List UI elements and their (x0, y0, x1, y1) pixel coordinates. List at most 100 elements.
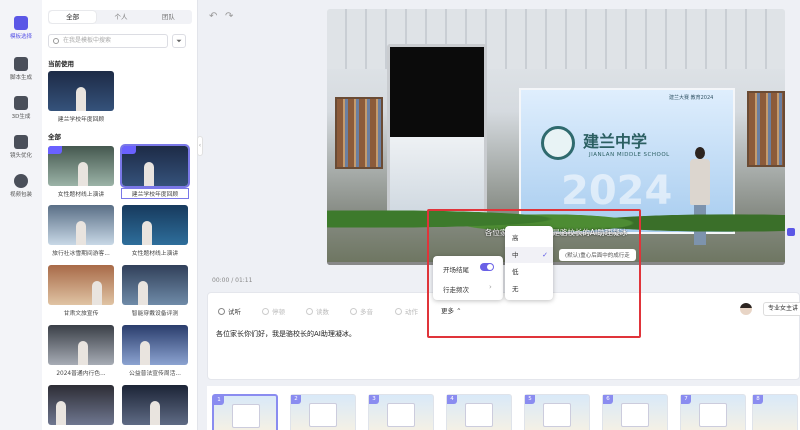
tab-personal[interactable]: 个人 (97, 10, 144, 24)
check-icon: ✓ (542, 251, 548, 259)
script-text[interactable]: 各位家长你们好，我是骆校长的AI助理凝冰。 (216, 329, 356, 339)
current-section-title: 当前使用 (48, 60, 74, 68)
bookshelf-left (335, 97, 383, 169)
nav-item-camera[interactable]: 镜头优化 (0, 135, 42, 159)
slide-card (387, 403, 415, 427)
slide-card (621, 403, 649, 427)
template-card[interactable]: 女性题材线上演讲 (122, 205, 188, 257)
slide-thumb[interactable]: 3 (368, 394, 434, 430)
filter-button[interactable]: ⏷ (172, 34, 186, 48)
pause-button[interactable]: 停顿 (262, 306, 285, 316)
template-card[interactable]: 甘肃文旅宣传 (48, 265, 114, 317)
read-number-button[interactable]: 读数 (306, 306, 329, 316)
grid-icon (14, 16, 28, 30)
template-thumbnail (122, 205, 188, 245)
template-title: 甘肃文旅宣传 (63, 311, 99, 317)
template-thumbnail (48, 146, 114, 186)
presenter-figure (138, 281, 148, 305)
polyphone-icon (350, 308, 357, 315)
template-thumbnail (48, 205, 114, 245)
tab-team[interactable]: 团队 (145, 10, 192, 24)
presenter-figure (78, 341, 88, 365)
current-template-card[interactable]: 建兰学校年度回顾 (48, 71, 114, 123)
freq-option-high[interactable]: 高 (505, 230, 553, 246)
number-icon (306, 308, 313, 315)
opening-ending-toggle[interactable] (480, 263, 494, 271)
template-card[interactable]: 公益普法宣传周活... (122, 325, 188, 377)
template-thumbnail (122, 385, 188, 425)
slide-thumb[interactable]: 8 (752, 394, 798, 430)
action-button[interactable]: 动作 (395, 306, 418, 316)
template-title: 女性题材线上演讲 (57, 192, 105, 198)
freq-option-medium[interactable]: 中 ✓ (505, 247, 553, 263)
redo-icon[interactable]: ↷ (225, 11, 233, 22)
left-nav: 模板选择 脚本生成 3D生成 镜头优化 视频包装 (0, 0, 42, 430)
listen-button[interactable]: 试听 (218, 306, 241, 316)
slide-thumb[interactable]: 5 (524, 394, 590, 430)
slide-card (699, 403, 727, 427)
template-card[interactable]: 旅行社冰雪期间游客... (48, 205, 114, 257)
template-panel: 全部 个人 团队 在我是模板中搜索 ⏷ 当前使用 建兰学校年度回顾 全部 女性题… (42, 0, 198, 430)
template-title: 智能穿戴设备评测 (131, 311, 179, 317)
chart-icon (14, 96, 28, 110)
voice-select[interactable]: 专业女主讲 (763, 302, 800, 316)
template-card-selected[interactable]: 建兰学校年度回顾 (120, 144, 190, 199)
template-title: 女性题材线上演讲 (131, 251, 179, 257)
presenter-figure (92, 281, 102, 305)
presenter-head (695, 147, 705, 159)
template-title: 建兰学校年度回顾 (57, 117, 105, 123)
template-card[interactable]: 智能穿戴设备评测 (122, 265, 188, 317)
chevron-right-icon: › (489, 283, 492, 291)
text-icon (14, 57, 28, 71)
slide-thumb[interactable]: 7 (680, 394, 746, 430)
template-thumbnail (120, 144, 190, 188)
tab-all[interactable]: 全部 (49, 11, 97, 23)
template-card[interactable]: 2024普通内行色... (48, 325, 114, 377)
playback-time: 00:00 / 01:11 (212, 277, 253, 284)
badge-tag (48, 146, 62, 154)
search-icon (53, 38, 59, 44)
action-icon (395, 308, 402, 315)
slide-card (232, 404, 260, 428)
walk-frequency-item[interactable]: 行走频次 (443, 284, 469, 294)
nav-item-script[interactable]: 脚本生成 (0, 57, 42, 81)
nav-item-3d[interactable]: 3D生成 (0, 96, 42, 120)
template-thumbnail (48, 71, 114, 111)
slide-thumb[interactable]: 4 (446, 394, 512, 430)
presenter-figure (142, 221, 152, 245)
template-thumbnail (48, 325, 114, 365)
slide-card (465, 403, 493, 427)
scope-tabs: 全部 个人 团队 (48, 10, 192, 24)
camera-icon[interactable] (787, 228, 795, 236)
filter-icon: ⏷ (176, 37, 182, 45)
template-card[interactable] (122, 385, 188, 425)
undo-icon[interactable]: ↶ (209, 11, 217, 22)
template-thumbnail (122, 265, 188, 305)
opening-ending-label: 开场结尾 (443, 266, 469, 274)
slide-card (309, 403, 337, 427)
freq-option-low[interactable]: 低 (505, 264, 553, 280)
film-reel-icon (14, 174, 28, 188)
badge-tag (122, 146, 136, 154)
school-name: 建兰中学 (583, 132, 648, 151)
presenter-figure (144, 162, 154, 186)
nav-item-package[interactable]: 视频包装 (0, 174, 42, 198)
template-card[interactable]: 女性题材线上演讲 (48, 146, 114, 198)
polyphone-button[interactable]: 多音 (350, 306, 373, 316)
freq-option-none[interactable]: 无 (505, 281, 553, 297)
school-name-en: JIANLAN MIDDLE SCHOOL (589, 152, 670, 158)
chevron-left-icon: ‹ (198, 142, 202, 149)
headphones-icon (218, 308, 225, 315)
nav-item-template[interactable]: 模板选择 (0, 12, 42, 46)
slide-thumb[interactable]: 1 (212, 394, 278, 430)
voice-avatar (740, 303, 752, 315)
template-title: 建兰学校年度回顾 (121, 188, 189, 199)
template-thumbnail (48, 265, 114, 305)
template-title: 公益普法宣传周活... (129, 371, 181, 377)
collapse-panel-button[interactable]: ‹ (197, 136, 203, 156)
presenter-figure (78, 162, 88, 186)
slide-thumb[interactable]: 6 (602, 394, 668, 430)
search-input[interactable]: 在我是模板中搜索 (48, 34, 168, 48)
template-card[interactable] (48, 385, 114, 425)
slide-thumb[interactable]: 2 (290, 394, 356, 430)
